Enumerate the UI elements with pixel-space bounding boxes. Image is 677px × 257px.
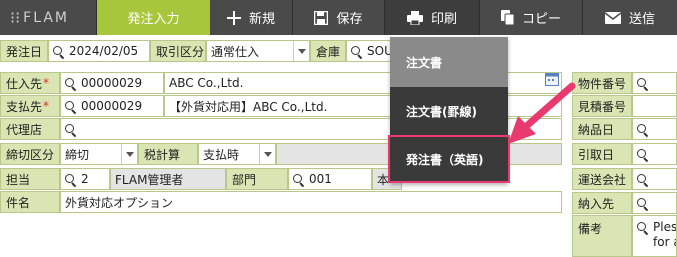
copy-icon xyxy=(500,10,514,25)
quote-no-field[interactable] xyxy=(632,95,677,117)
subject-label: 件名 xyxy=(0,191,60,213)
row-person: 担当 2 FLAM管理者 部門 001 本 xyxy=(0,168,402,190)
search-icon[interactable] xyxy=(637,148,648,160)
carrier-field[interactable] xyxy=(632,168,677,190)
search-icon[interactable] xyxy=(65,100,76,112)
trade-type-select[interactable]: 通常仕入 xyxy=(206,40,310,62)
floppy-icon xyxy=(314,10,329,25)
trade-type-label: 取引区分 xyxy=(150,40,206,62)
person-code-field[interactable]: 2 xyxy=(60,168,110,190)
chevron-down-icon xyxy=(121,144,137,164)
save-label: 保存 xyxy=(336,12,363,27)
closing-label: 締切区分 xyxy=(0,143,60,165)
search-icon[interactable] xyxy=(637,123,648,135)
tax-label: 税計算 xyxy=(138,143,198,165)
search-icon[interactable] xyxy=(637,222,648,233)
chevron-down-icon xyxy=(259,144,275,164)
chevron-down-icon xyxy=(293,41,309,61)
carrier-label: 運送会社 xyxy=(572,168,632,190)
supplier-code-field[interactable]: 00000029 xyxy=(60,72,164,94)
send-label: 送信 xyxy=(628,12,655,27)
menu-item-order-form[interactable]: 注文書 xyxy=(390,37,508,87)
print-dropdown-menu: 注文書 注文書(罫線) 発注書（英語) xyxy=(388,37,510,183)
delivery-date-field[interactable] xyxy=(632,118,677,140)
pickup-date-label: 引取日 xyxy=(572,143,632,165)
remarks-label: 備考 xyxy=(572,215,632,257)
envelope-icon xyxy=(604,11,621,24)
dept-label: 部門 xyxy=(226,168,288,190)
copy-label: コピー xyxy=(521,12,561,27)
save-button[interactable]: 保存 xyxy=(293,0,385,35)
logo-text: FLAM xyxy=(23,9,70,26)
logo-mark-icon: ⁝⁝ xyxy=(10,8,21,27)
ship-to-label: 納入先 xyxy=(572,192,632,214)
warehouse-label: 倉庫 xyxy=(310,40,346,62)
closing-select[interactable]: 締切 xyxy=(60,143,138,165)
search-icon[interactable] xyxy=(637,173,648,185)
tax-select[interactable]: 支払時 xyxy=(198,143,276,165)
quote-no-label: 見積番号 xyxy=(572,95,632,117)
search-icon[interactable] xyxy=(637,197,648,209)
toolbar: ⁝⁝ FLAM 発注入力 新規 保存 印刷 コピー 送信 xyxy=(0,0,677,35)
search-icon[interactable] xyxy=(65,77,76,89)
order-date-label: 発注日 xyxy=(0,40,48,62)
new-label: 新規 xyxy=(248,12,275,27)
item-no-field[interactable] xyxy=(632,72,677,94)
agent-label: 代理店 xyxy=(0,118,60,140)
calendar-icon[interactable] xyxy=(545,73,559,86)
order-date-field[interactable]: 2024/02/05 xyxy=(48,40,150,62)
person-name-field: FLAM管理者 xyxy=(110,168,226,190)
pickup-date-field[interactable] xyxy=(632,143,677,165)
menu-item-purchase-order-english[interactable]: 発注書（英語) xyxy=(388,135,510,183)
send-button[interactable]: 送信 xyxy=(583,0,677,35)
remarks-field[interactable]: Ples for a xyxy=(632,215,677,257)
app-logo: ⁝⁝ FLAM xyxy=(0,0,97,35)
print-label: 印刷 xyxy=(430,12,457,27)
plus-icon xyxy=(226,10,241,25)
dept-code-field[interactable]: 001 xyxy=(288,168,372,190)
subject-field[interactable]: 外貨対応オプション xyxy=(60,191,562,213)
search-icon[interactable] xyxy=(53,45,64,57)
search-icon[interactable] xyxy=(351,45,362,57)
new-button[interactable]: 新規 xyxy=(210,0,293,35)
printer-icon xyxy=(406,10,423,25)
payee-label: 支払先 * xyxy=(0,95,60,117)
search-icon[interactable] xyxy=(293,173,304,185)
print-button[interactable]: 印刷 xyxy=(385,0,480,35)
warehouse-field[interactable]: SOU xyxy=(346,40,396,62)
row-subject: 件名 外貨対応オプション xyxy=(0,191,562,213)
delivery-date-label: 納品日 xyxy=(572,118,632,140)
ship-to-field[interactable] xyxy=(632,192,677,214)
row-order-date: 発注日 2024/02/05 取引区分 通常仕入 倉庫 SOU xyxy=(0,40,396,62)
search-icon[interactable] xyxy=(65,173,76,185)
payee-code-field[interactable]: 00000029 xyxy=(60,95,164,117)
search-icon[interactable] xyxy=(65,123,76,135)
item-no-label: 物件番号 xyxy=(572,72,632,94)
copy-button[interactable]: コピー xyxy=(480,0,583,35)
menu-item-order-form-ruled[interactable]: 注文書(罫線) xyxy=(390,87,508,135)
tab-order-entry[interactable]: 発注入力 xyxy=(97,0,210,35)
search-icon[interactable] xyxy=(637,77,648,89)
person-label: 担当 xyxy=(0,168,60,190)
supplier-label: 仕入先 * xyxy=(0,72,60,94)
